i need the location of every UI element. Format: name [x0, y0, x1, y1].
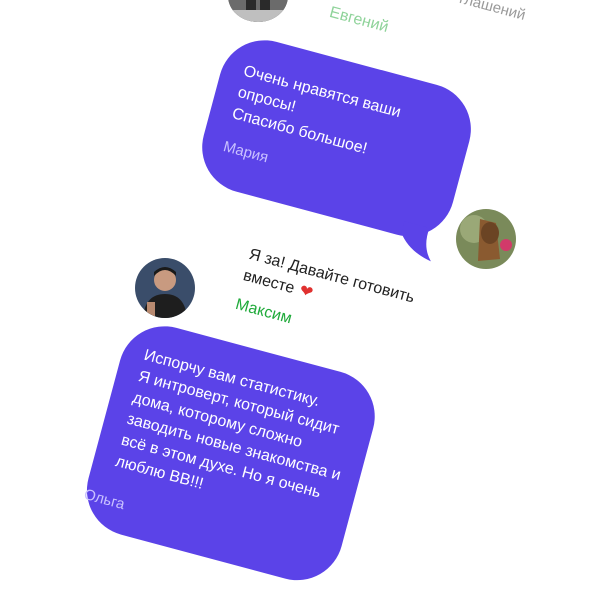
avatar-maksim	[135, 258, 195, 318]
partial-text: глашений	[457, 0, 528, 24]
author-name-evgeniy: Евгений	[327, 4, 391, 37]
message-bubble: Испорчу вам статистику. Я интроверт, кот…	[76, 316, 386, 591]
author-name-maksim: Максим	[233, 296, 294, 328]
author-signature: Ольга	[82, 486, 127, 514]
avatar-evgeniy	[228, 0, 288, 22]
avatar-maria	[456, 209, 516, 269]
chat-testimonials: Евгений глашений Очень нравятся ваши опр…	[0, 0, 608, 591]
message-bubble: Очень нравятся ваши опросы! Спасибо боль…	[191, 30, 482, 247]
author-signature: Мария	[221, 138, 271, 167]
message-text: Испорчу вам статистику. Я интроверт, кот…	[113, 346, 343, 502]
